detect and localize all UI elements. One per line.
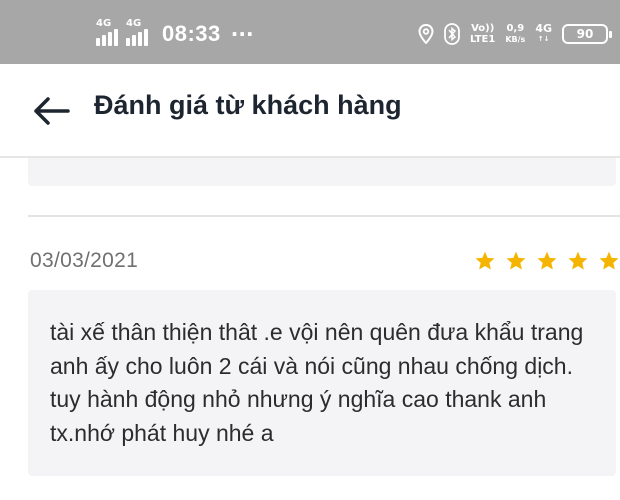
net-activity: ↑↓ (537, 35, 550, 43)
battery-icon: 90 (562, 24, 612, 44)
location-icon (418, 24, 434, 44)
previous-review-card (28, 158, 616, 186)
star-rating (474, 250, 620, 272)
status-bar: 4G 4G 08:33 ··· Vo)) LTE1 0,9 KB/s 4G ↑↓… (0, 0, 620, 64)
review-divider (28, 215, 620, 217)
signal-sim2-icon: 4G (126, 18, 148, 46)
signal-sim1-icon: 4G (96, 18, 118, 46)
bluetooth-icon (444, 23, 460, 45)
network-type: 4G ↑↓ (535, 23, 552, 45)
status-time: 08:33 (162, 21, 221, 46)
star-icon (568, 251, 588, 270)
speed-unit: KB/s (505, 35, 526, 44)
review-date: 03/03/2021 (30, 249, 139, 272)
status-overflow: ··· (230, 22, 254, 46)
volte-indicator: Vo)) LTE1 (470, 23, 495, 45)
app-bar: Đánh giá từ khách hàng (0, 64, 620, 156)
review-text: tài xế thân thiện thât .e vội nên quên đ… (50, 319, 584, 446)
sim1-label: 4G (96, 18, 112, 29)
speed-value: 0,9 (506, 23, 525, 34)
star-icon (506, 251, 526, 270)
volte-top: Vo)) (471, 23, 495, 34)
network-speed: 0,9 KB/s (505, 23, 525, 45)
sim2-label: 4G (126, 18, 142, 29)
volte-bottom: LTE1 (470, 34, 496, 45)
star-icon (537, 251, 557, 270)
page-title: Đánh giá từ khách hàng (94, 90, 402, 120)
star-icon (599, 251, 619, 270)
arrow-left-icon (34, 97, 70, 125)
star-icon (475, 251, 495, 270)
back-button[interactable] (30, 90, 72, 132)
status-left: 4G 4G 08:33 ··· (96, 18, 254, 50)
net-label: 4G (535, 22, 552, 35)
status-right: Vo)) LTE1 0,9 KB/s 4G ↑↓ 90 (418, 20, 612, 48)
battery-level: 90 (576, 27, 594, 41)
